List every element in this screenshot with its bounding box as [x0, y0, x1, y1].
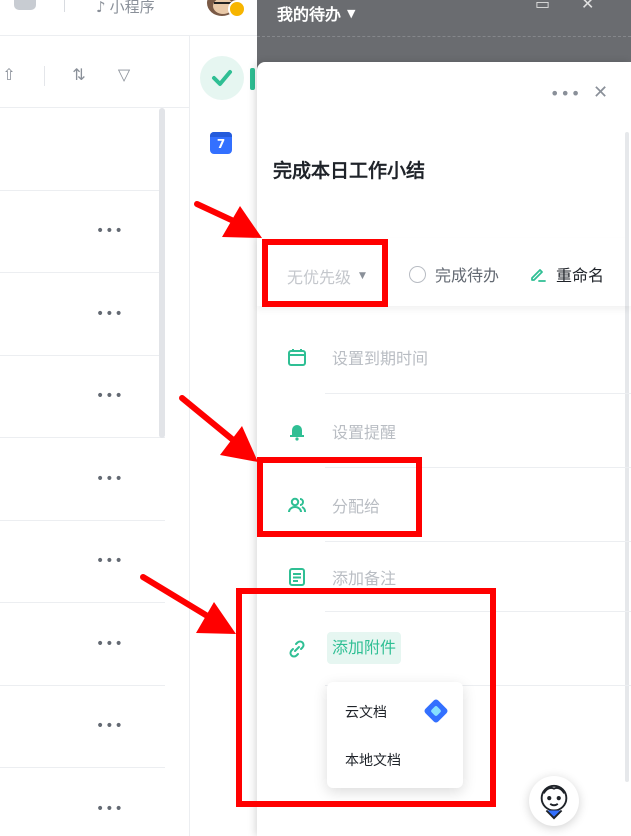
annotation-arrow-priority: [194, 201, 262, 238]
annotation-arrows: [140, 201, 262, 634]
annotation-arrow-attachment: [140, 574, 236, 634]
annotation-arrow-assign: [179, 395, 258, 462]
